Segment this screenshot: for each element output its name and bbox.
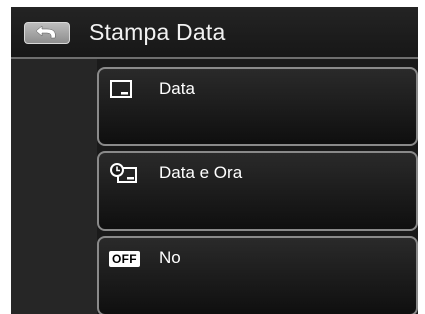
- off-icon: OFF: [109, 251, 140, 267]
- page-title: Stampa Data: [89, 19, 226, 45]
- menu-item-label: Data: [159, 79, 195, 98]
- side-panel: [11, 59, 97, 314]
- date-stamp-icon: [109, 79, 145, 101]
- back-button[interactable]: [24, 22, 70, 44]
- menu-item-data[interactable]: Data: [97, 67, 418, 146]
- menu-item-label: Data e Ora: [159, 163, 243, 182]
- menu-item-label: No: [159, 248, 181, 267]
- date-time-stamp-icon: [109, 163, 145, 185]
- menu-item-no[interactable]: OFF No: [97, 236, 418, 314]
- back-arrow-icon: [35, 25, 56, 39]
- menu-item-data-e-ora[interactable]: Data e Ora: [97, 151, 418, 231]
- menu-header: Stampa Data: [11, 7, 418, 59]
- camera-menu-screen: Stampa Data Data Data e Ora OFF No: [11, 7, 418, 314]
